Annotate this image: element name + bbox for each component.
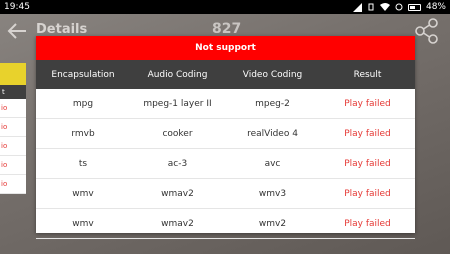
column-result: Result xyxy=(320,60,415,89)
table-row: wmv wmav2 wmv3 Play failed xyxy=(36,178,415,209)
share-icon[interactable] xyxy=(414,18,440,44)
left-panel-row[interactable]: io xyxy=(0,137,26,156)
codec-table: Encapsulation Audio Coding Video Coding … xyxy=(36,60,415,239)
back-arrow-icon[interactable] xyxy=(6,20,28,42)
battery-percent: 48% xyxy=(425,2,446,12)
column-video-coding: Video Coding xyxy=(225,60,320,89)
status-bar: 19:45 48% xyxy=(0,0,450,14)
left-panel-row[interactable]: io xyxy=(0,156,26,175)
column-encapsulation: Encapsulation xyxy=(36,60,130,89)
cell-encapsulation: ts xyxy=(36,148,130,179)
status-time: 19:45 xyxy=(4,2,30,12)
alarm-icon xyxy=(395,3,403,11)
table-row: ts ac-3 avc Play failed xyxy=(36,148,415,179)
left-panel-list: io io io io io xyxy=(0,99,26,194)
battery-icon xyxy=(407,3,421,11)
left-panel-row[interactable]: io xyxy=(0,175,26,194)
cell-audio-coding: mpeg-1 layer II xyxy=(130,89,225,119)
table-row: mpg mpeg-1 layer II mpeg-2 Play failed xyxy=(36,89,415,119)
table-row: wmv wmav2 wmv2 Play failed xyxy=(36,208,415,239)
item-count: 827 xyxy=(212,21,242,37)
left-panel-header: t xyxy=(0,85,26,99)
cell-result: Play failed xyxy=(320,118,415,149)
not-support-dialog: Not support Encapsulation Audio Coding V… xyxy=(36,36,415,239)
cell-audio-coding: cooker xyxy=(130,118,225,149)
status-icons: 48% xyxy=(352,0,446,14)
cell-video-coding: avc xyxy=(225,148,320,179)
cell-result: Play failed xyxy=(320,178,415,209)
vibrate-icon xyxy=(368,3,374,11)
cell-video-coding: mpeg-2 xyxy=(225,89,320,119)
column-audio-coding: Audio Coding xyxy=(130,60,225,89)
left-panel-row[interactable]: io xyxy=(0,118,26,137)
cell-video-coding: wmv2 xyxy=(225,208,320,239)
cell-encapsulation: rmvb xyxy=(36,118,130,149)
page-title: Details xyxy=(36,22,88,37)
cell-video-coding: wmv3 xyxy=(225,178,320,209)
cell-encapsulation: wmv xyxy=(36,208,130,239)
cell-audio-coding: wmav2 xyxy=(130,208,225,239)
cell-video-coding: realVideo 4 xyxy=(225,118,320,149)
signal-icon xyxy=(352,2,362,12)
left-panel-row[interactable]: io xyxy=(0,99,26,118)
cell-result: Play failed xyxy=(320,89,415,119)
cell-encapsulation: mpg xyxy=(36,89,130,119)
cell-encapsulation: wmv xyxy=(36,178,130,209)
table-header-row: Encapsulation Audio Coding Video Coding … xyxy=(36,60,415,89)
wifi-icon xyxy=(379,3,390,11)
cell-result: Play failed xyxy=(320,208,415,239)
dialog-title: Not support xyxy=(36,36,415,60)
cell-result: Play failed xyxy=(320,148,415,179)
table-row: rmvb cooker realVideo 4 Play failed xyxy=(36,118,415,149)
left-panel-tab xyxy=(0,63,26,85)
cell-audio-coding: ac-3 xyxy=(130,148,225,179)
cell-audio-coding: wmav2 xyxy=(130,178,225,209)
